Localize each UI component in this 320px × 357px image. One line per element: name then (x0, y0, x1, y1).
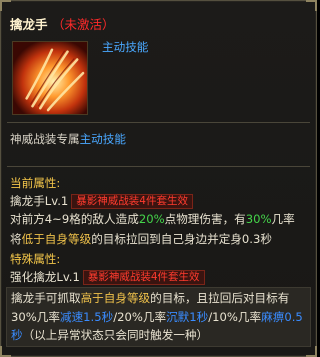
special-desc-line-3: 秒（以上异常状态只会同时触发一种） (11, 328, 209, 342)
paralyze-effect-unit: 秒 (11, 328, 23, 342)
skill-type-label: 主动技能 (102, 40, 149, 54)
skill-tooltip: 擒龙手 （未激活） 主动技能 神威战装专属主动技能 当前属性: 擒龙手Lv.1 … (0, 0, 317, 357)
current-desc-line-1: 对前方4~9格的敌人造成20%点物理伤害，有30%几率 (10, 212, 295, 226)
current-attributes-header: 当前属性: (10, 176, 61, 190)
frame-corner (0, 346, 11, 357)
dragon-claw-skill-icon (12, 41, 88, 115)
special-effect-box: 擒龙手可抓取高于自身等级的目标，且拉回后对目标有 30%几率减速1.5秒/20%… (6, 287, 311, 347)
damage-percent: 20% (138, 212, 165, 226)
special-level-row: 强化擒龙Lv.1 暴影神威战装4件套生效 (10, 270, 205, 285)
chance-text: 10%几率 (212, 310, 262, 324)
dragon-claw-icon (13, 42, 87, 114)
set-bonus-badge: 暴影神威战装4件套生效 (71, 194, 193, 209)
current-level: 擒龙手Lv.1 (10, 194, 69, 208)
desc-text: 的目标，且拉回后对目标有 (150, 291, 290, 305)
exclusive-extension-line: 神威战装专属主动技能 (10, 132, 126, 146)
special-level: 强化擒龙Lv.1 (10, 270, 80, 284)
chance-text: 30%几率 (11, 310, 60, 324)
silence-effect: 沉默1秒 (166, 310, 209, 324)
frame-corner (306, 0, 317, 11)
paralyze-effect: 麻痹0.5 (261, 310, 303, 324)
skill-name: 擒龙手 (10, 17, 48, 32)
current-level-row: 擒龙手Lv.1 暴影神威战装4件套生效 (10, 194, 193, 209)
level-condition: 高于自身等级 (80, 291, 151, 305)
desc-text: 对前方4~9格的敌人造成 (10, 212, 139, 226)
extension-type: 主动技能 (79, 132, 126, 146)
desc-text: 擒龙手可抓取 (11, 291, 81, 305)
special-desc-line-2: 30%几率减速1.5秒/20%几率沉默1秒/10%几率麻痹0.5 (11, 310, 303, 324)
desc-text: 几率 (271, 212, 295, 226)
level-condition: 低于自身等级 (21, 232, 92, 246)
desc-text: 将 (10, 232, 22, 246)
slow-effect: 减速1.5秒 (59, 310, 114, 324)
extension-prefix: 神威战装专属 (10, 132, 80, 146)
special-attributes-header: 特殊属性: (10, 252, 61, 266)
divider (7, 166, 310, 167)
desc-text: 的目标拉回到自己身边并定身0.3秒 (91, 232, 272, 246)
divider (7, 122, 310, 123)
chance-text: 20%几率 (117, 310, 167, 324)
set-bonus-badge: 暴影神威战装4件套生效 (82, 270, 205, 285)
current-desc-line-2: 将低于自身等级的目标拉回到自己身边并定身0.3秒 (10, 232, 272, 246)
frame-corner (0, 0, 11, 11)
special-desc-line-1: 擒龙手可抓取高于自身等级的目标，且拉回后对目标有 (11, 291, 290, 305)
desc-text: 点物理伤害，有 (164, 212, 246, 226)
chance-percent: 30% (245, 212, 272, 226)
desc-text: （以上异常状态只会同时触发一种） (22, 328, 209, 342)
frame-corner (306, 346, 317, 357)
skill-status: （未激活） (52, 17, 115, 32)
